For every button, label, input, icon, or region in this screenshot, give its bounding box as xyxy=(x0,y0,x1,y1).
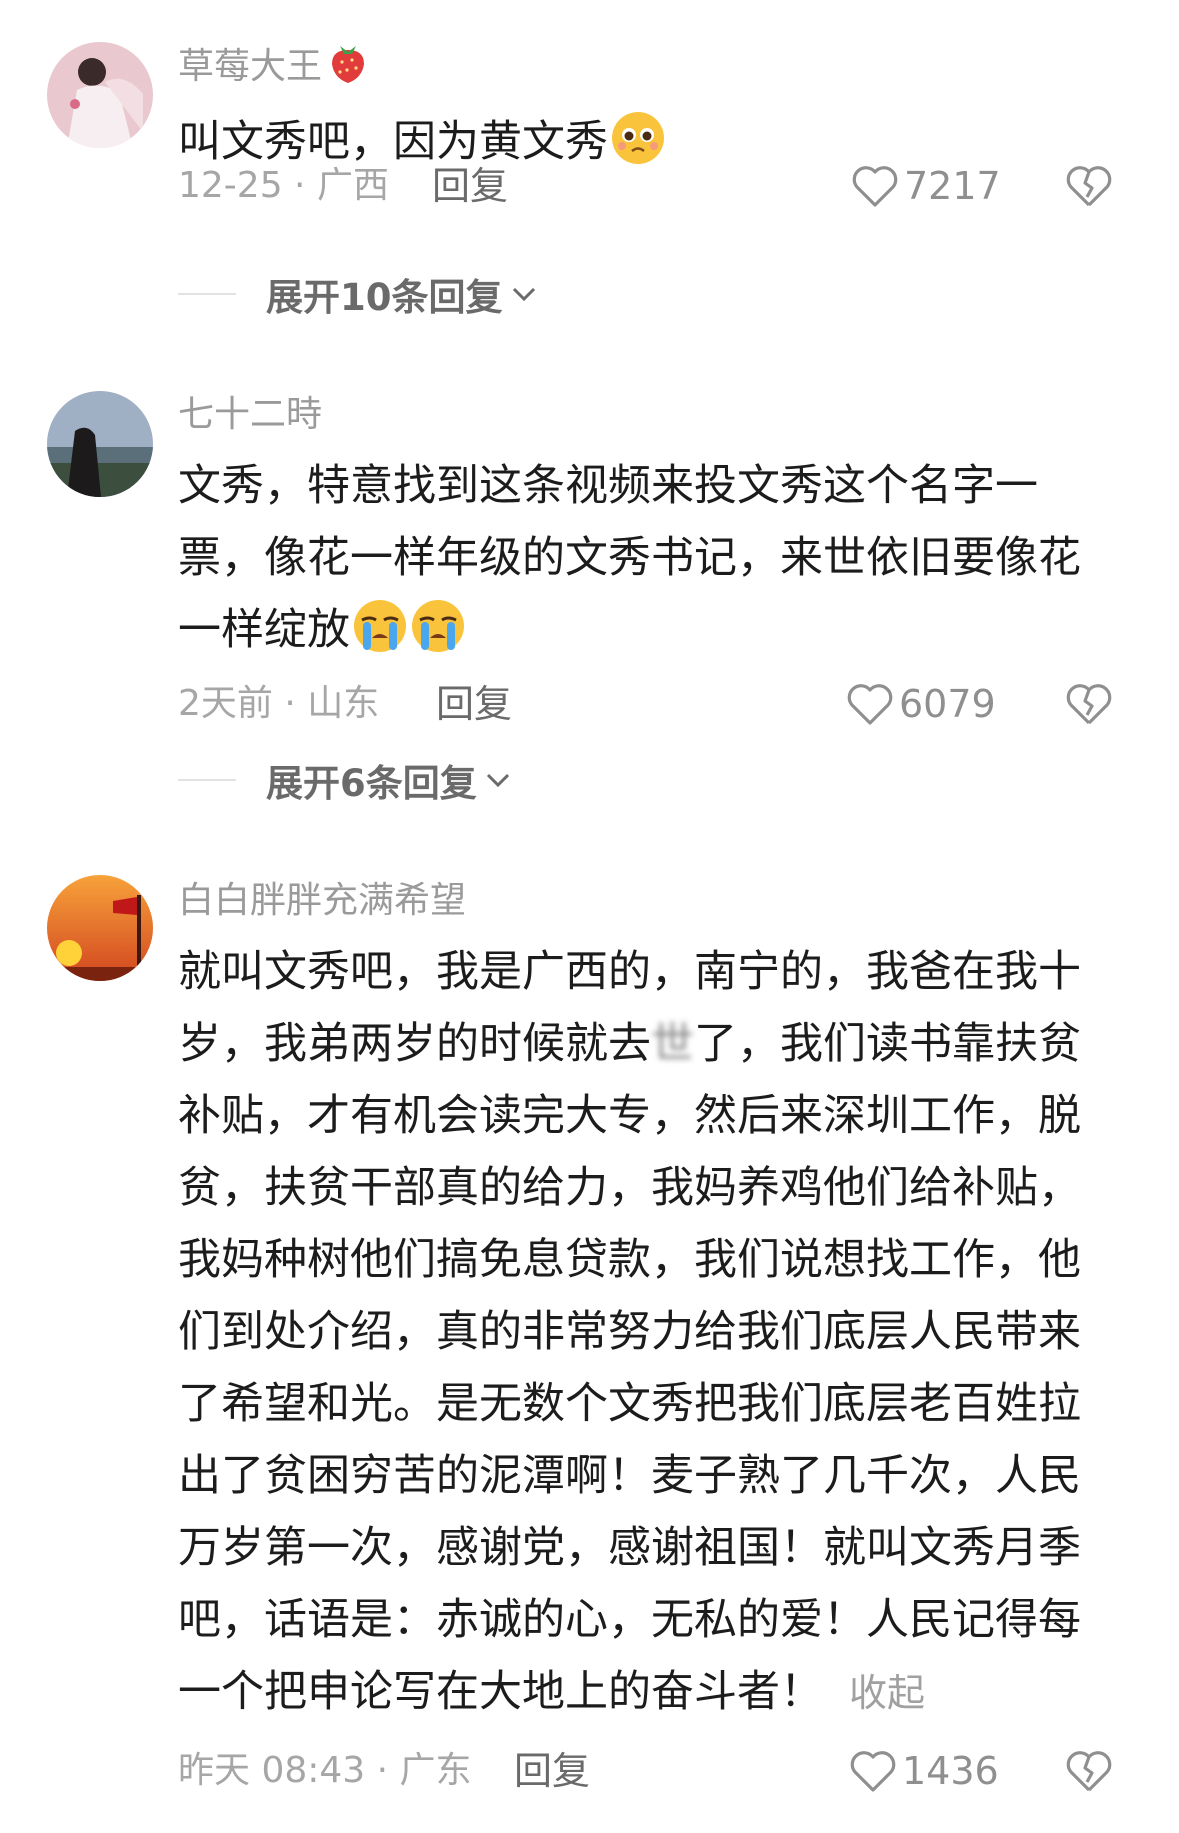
collapse-button[interactable]: 收起 xyxy=(849,1671,925,1715)
expand-replies-label: 展开10条回复 xyxy=(266,276,503,319)
expand-replies-button[interactable]: 展开6条回复 xyxy=(178,752,511,808)
like-button[interactable]: 7217 xyxy=(850,158,1001,214)
crying-face-icon xyxy=(352,598,408,654)
dislike-button[interactable] xyxy=(1065,1748,1113,1794)
comment-text: 文秀，特意找到这条视频来投文秀这个名字一票，像花一样年级的文秀书记，来世依旧要像… xyxy=(178,450,1098,666)
expand-replies-button[interactable]: 展开10条回复 xyxy=(178,266,537,322)
like-count: 1436 xyxy=(902,1749,999,1793)
broken-heart-icon xyxy=(1066,166,1112,207)
avatar[interactable] xyxy=(47,42,153,148)
username[interactable]: 草莓大王 xyxy=(178,40,368,97)
avatar[interactable] xyxy=(47,391,153,497)
broken-heart-icon xyxy=(1066,684,1112,725)
like-count: 6079 xyxy=(899,682,996,726)
heart-outline-icon xyxy=(847,684,893,725)
reply-button[interactable]: 回复 xyxy=(514,1743,590,1799)
crying-face-icon xyxy=(410,598,466,654)
divider-line xyxy=(178,779,236,781)
pleading-face-icon xyxy=(610,110,666,166)
strawberry-icon xyxy=(328,40,368,97)
dislike-button[interactable] xyxy=(1065,681,1113,727)
username[interactable]: 七十二時 xyxy=(178,391,322,439)
dislike-button[interactable] xyxy=(1065,163,1113,209)
reply-button[interactable]: 回复 xyxy=(432,158,508,214)
comment-text: 就叫文秀吧，我是广西的，南宁的，我爸在我十岁，我弟两岁的时候就去世了，我们读书靠… xyxy=(178,936,1098,1729)
like-count: 7217 xyxy=(904,164,1001,208)
avatar[interactable] xyxy=(47,875,153,981)
like-button[interactable]: 6079 xyxy=(845,676,996,732)
chevron-down-icon xyxy=(486,773,509,788)
expand-replies-label: 展开6条回复 xyxy=(266,762,477,805)
username[interactable]: 白白胖胖充满希望 xyxy=(178,877,466,925)
heart-outline-icon xyxy=(852,166,898,207)
divider-line xyxy=(178,293,236,295)
comment-meta: 昨天 08:43 · 广东 xyxy=(178,1750,472,1791)
comment-meta: 12-25 · 广西 xyxy=(178,165,389,206)
chevron-down-icon xyxy=(512,287,535,302)
heart-outline-icon xyxy=(850,1751,896,1792)
comment-meta: 2天前 · 山东 xyxy=(178,683,380,724)
broken-heart-icon xyxy=(1066,1751,1112,1792)
reply-button[interactable]: 回复 xyxy=(436,676,512,732)
like-button[interactable]: 1436 xyxy=(848,1743,999,1799)
comment-text-content: 了，我们读书靠扶贫补贴，才有机会读完大专，然后来深圳工作，脱贫，扶贫干部真的给力… xyxy=(178,1019,1081,1717)
username-text: 草莓大王 xyxy=(178,46,323,87)
comment-text-content: 文秀，特意找到这条视频来投文秀这个名字一票，像花一样年级的文秀书记，来世依旧要像… xyxy=(178,461,1081,655)
censored-text: 世 xyxy=(651,1019,694,1069)
